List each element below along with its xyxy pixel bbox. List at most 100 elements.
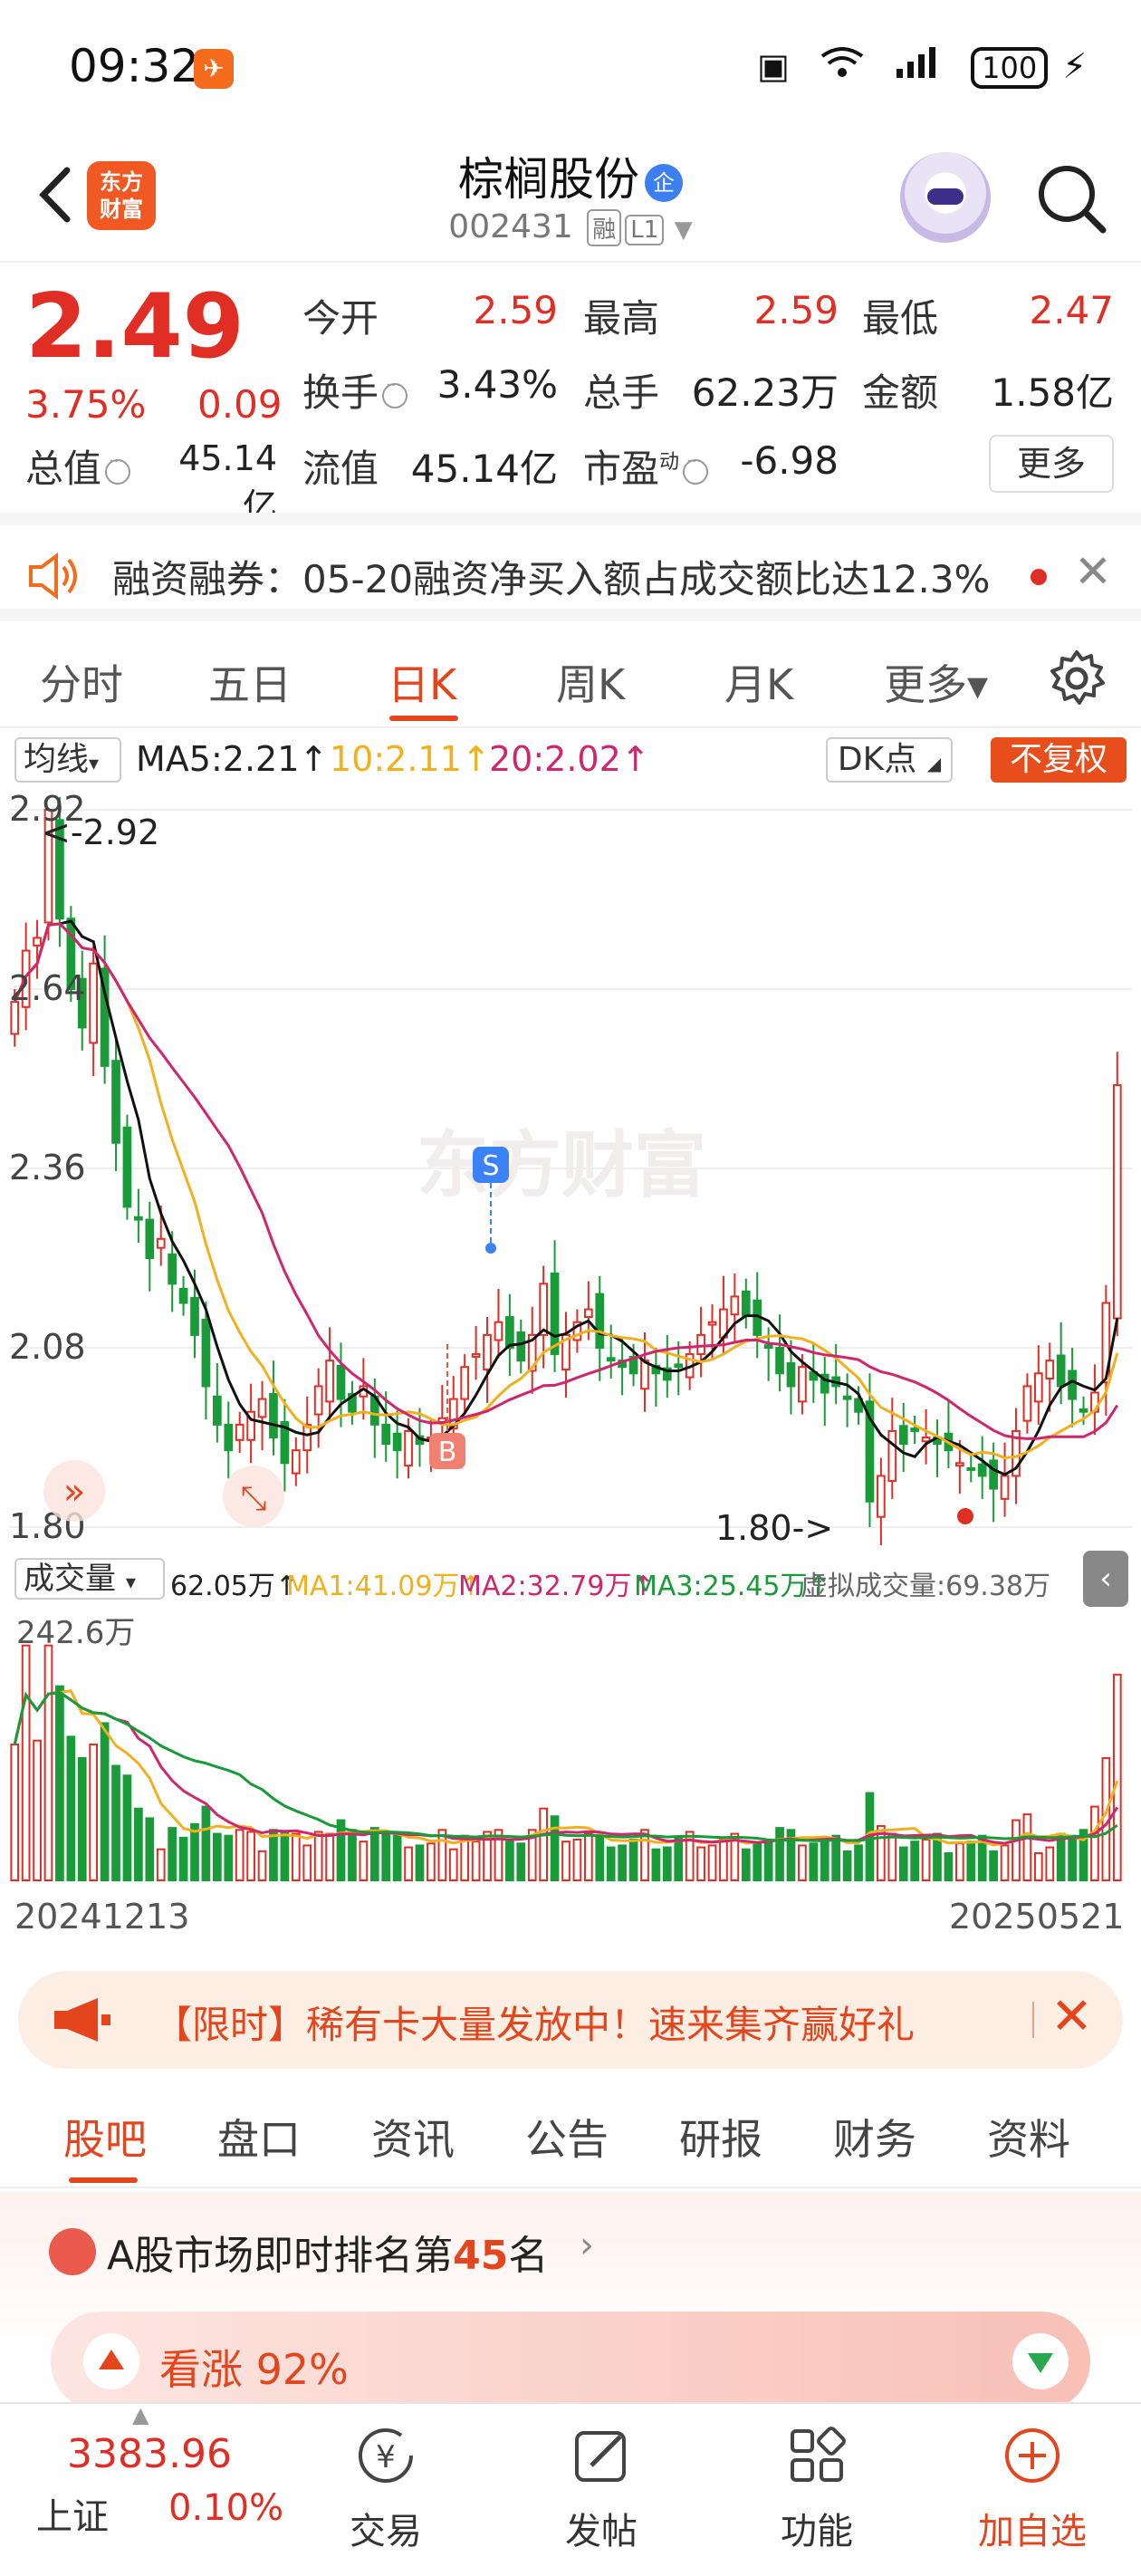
buy-marker[interactable]: B (429, 1344, 465, 1469)
ma-legend-row: 均线▾ MA5:2.21↑ 10:2.11↑ 20:2.02↑ DK点 ◢ 不复… (0, 732, 1141, 788)
collapse-panel-icon[interactable]: ‹ (1083, 1551, 1128, 1607)
indicator-select[interactable]: 均线▾ (14, 737, 121, 783)
candle-body (122, 1126, 132, 1208)
candle-body (516, 1331, 526, 1362)
amount-value: 1.58亿 (991, 370, 1114, 415)
volume-bar (89, 1743, 99, 1881)
tab-guba[interactable]: 股吧 (63, 2107, 147, 2167)
fullscreen-icon[interactable]: ⤡ (223, 1466, 284, 1527)
watermark: 东方财富 (417, 1123, 706, 1207)
candle-body (1079, 1408, 1088, 1413)
adjust-button[interactable]: 不复权 (991, 737, 1127, 783)
volume-bar (348, 1829, 357, 1881)
volume-bar (809, 1842, 819, 1882)
tab-weekly-k[interactable]: 周K (556, 652, 625, 712)
tab-monthly-k[interactable]: 月K (724, 652, 793, 712)
volume-bar (269, 1829, 278, 1881)
assistant-avatar[interactable] (900, 152, 991, 243)
sentiment-bar[interactable]: 看涨 92% (51, 2312, 1090, 2411)
vote-up-icon[interactable] (83, 2333, 139, 2389)
volume-bar (111, 1764, 120, 1881)
volume-bar (651, 1848, 661, 1881)
promo-banner[interactable]: 【限时】稀有卡大量发放中！速来集齐赢好礼 ✕ (18, 1971, 1123, 2069)
volume-value: 62.05万↑ (170, 1571, 299, 1602)
candle-body (224, 1423, 234, 1452)
volume-bar (707, 1844, 717, 1881)
dk-point-select[interactable]: DK点 ◢ (826, 737, 953, 783)
volume-bar (1012, 1819, 1021, 1881)
chevron-right-icon[interactable]: › (580, 2225, 594, 2266)
volume-bar (43, 1644, 53, 1881)
tab-finance[interactable]: 财务 (833, 2107, 916, 2167)
candle-body (1045, 1360, 1055, 1379)
volume-bar (427, 1842, 436, 1882)
stock-code: 002431 (448, 208, 573, 245)
volume-bar (21, 1644, 31, 1881)
close-icon[interactable]: ✕ (1074, 545, 1112, 598)
expand-left-icon[interactable]: » (43, 1460, 105, 1522)
float-cap-value: 45.14亿 (410, 447, 558, 491)
candle-body (674, 1363, 684, 1369)
charging-icon: ⚡ (1062, 46, 1087, 86)
turnover-label: 换手 (302, 362, 408, 418)
volume-bar (820, 1836, 829, 1882)
ranking-card[interactable]: A股市场即时排名第45名 › 看涨 92% (0, 2192, 1141, 2411)
index-name[interactable]: 上证 (36, 2487, 109, 2540)
index-value[interactable]: 3383.96 (67, 2431, 232, 2477)
promo-text[interactable]: 【限时】稀有卡大量发放中！速来集齐赢好礼 (154, 1994, 915, 2050)
volume-bar (854, 1844, 863, 1881)
candle-body (392, 1432, 402, 1452)
info-icon[interactable] (683, 452, 709, 485)
volume-max-label: 242.6万 (16, 1615, 135, 1651)
market-cap-label: 总值 (25, 438, 131, 494)
volume-bar (989, 1850, 998, 1881)
candle-body (775, 1347, 784, 1375)
tab-profile[interactable]: 资料 (987, 2107, 1070, 2167)
candle-body (763, 1344, 773, 1350)
plus-circle-icon (1005, 2428, 1060, 2483)
more-button[interactable]: 更多 (989, 435, 1114, 493)
candle-body (178, 1287, 188, 1304)
news-text[interactable]: 融资融券：05-20融资净买入额占成交额比达12.3% (112, 549, 990, 604)
tab-five-day[interactable]: 五日 (208, 652, 292, 712)
volume-bar (325, 1832, 334, 1881)
y-axis-label: 2.08 (9, 1327, 86, 1367)
volume-bar (168, 1827, 177, 1881)
volume-select[interactable]: 成交量 ▾ (14, 1558, 165, 1600)
gear-icon[interactable] (1047, 649, 1107, 708)
close-icon[interactable]: ✕ (1050, 1987, 1093, 2046)
ranking-title[interactable]: A股市场即时排名第45名 (107, 2223, 548, 2281)
candle-body (954, 1462, 964, 1467)
vote-down-icon[interactable] (1012, 2333, 1069, 2389)
volume-bar (302, 1844, 312, 1881)
search-icon[interactable] (1032, 159, 1108, 235)
candle-body (483, 1333, 492, 1371)
tab-intraday[interactable]: 分时 (40, 652, 123, 712)
volume-chart[interactable]: 242.6万 (9, 1609, 1132, 1889)
nav-functions[interactable]: 功能 (744, 2424, 889, 2554)
news-banner[interactable]: 融资融券：05-20融资净买入额占成交额比达12.3% ✕ (0, 513, 1141, 621)
tab-news[interactable]: 资讯 (371, 2107, 455, 2167)
candle-body (291, 1449, 301, 1475)
volume-bar (235, 1829, 244, 1881)
chevron-down-icon[interactable]: ▼ (675, 216, 693, 244)
nav-post[interactable]: 发帖 (529, 2424, 674, 2554)
ma5-value: MA5:2.21↑ (136, 739, 329, 779)
nav-add-watchlist[interactable]: 加自选 (960, 2424, 1105, 2554)
tab-orderbook[interactable]: 盘口 (217, 2107, 301, 2167)
nav-trade[interactable]: ¥ 交易 (313, 2424, 458, 2554)
candlestick-chart[interactable]: 东方财富 2.922.642.362.081.80 <-2.92 1.80-> … (9, 792, 1132, 1545)
volume-bar (583, 1832, 593, 1881)
info-icon[interactable] (382, 376, 408, 409)
candle-body (1112, 1084, 1122, 1320)
enterprise-badge: 企 (645, 163, 683, 202)
tab-announcements[interactable]: 公告 (525, 2107, 609, 2167)
tab-research[interactable]: 研报 (679, 2107, 762, 2167)
index-percent[interactable]: 0.10% (168, 2487, 283, 2529)
tab-more[interactable]: 更多▾ (884, 652, 988, 712)
candle-body (471, 1353, 481, 1358)
candle-body (190, 1296, 199, 1336)
tab-daily-k[interactable]: 日K (388, 652, 456, 712)
info-icon[interactable] (105, 452, 131, 485)
volume-bar (944, 1851, 954, 1882)
